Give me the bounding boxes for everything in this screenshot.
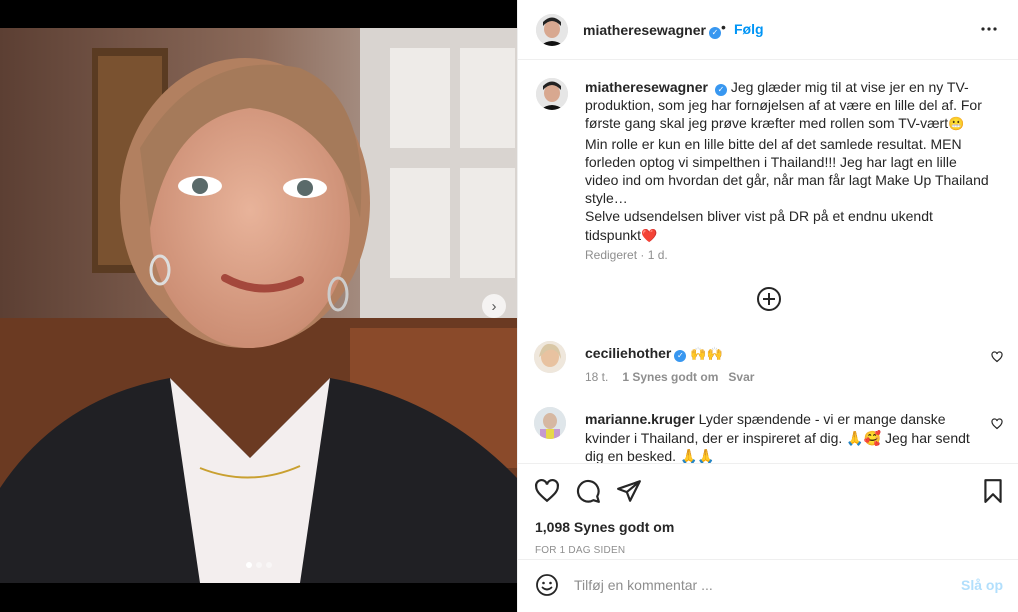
- verified-badge-icon: ✓: [708, 27, 721, 39]
- more-options-icon[interactable]: [980, 17, 998, 41]
- caption-meta: Redigeret · 1 d.: [585, 248, 668, 262]
- comment-item: ceciliehother ✓ 🙌🙌 18 t. 1 Synes godt om Sv…: [534, 341, 1009, 391]
- carousel-next-button[interactable]: ›: [482, 294, 506, 318]
- comment-like-heart-icon[interactable]: [991, 351, 1003, 363]
- chevron-right-icon: ›: [491, 297, 497, 315]
- save-bookmark-icon[interactable]: [980, 478, 1006, 504]
- avatar[interactable]: [536, 14, 568, 46]
- comment-username[interactable]: marianne.kruger: [585, 411, 695, 427]
- follow-button[interactable]: Følg: [734, 21, 764, 37]
- add-comment-bar: Slå op: [518, 559, 1018, 612]
- comment-body: marianne.kruger Lyder spændende - vi er …: [585, 410, 985, 463]
- carousel-dot: [245, 562, 252, 568]
- carousel-indicator: [0, 562, 517, 568]
- emoji-smiley-icon[interactable]: [535, 573, 559, 597]
- post-media-area: ›: [0, 0, 517, 612]
- avatar[interactable]: [534, 341, 566, 373]
- likes-count[interactable]: 1,098 Synes godt om: [535, 519, 674, 535]
- post-caption: miatheresewagner ✓ Jeg glæder mig til at …: [585, 78, 990, 246]
- comments-scroll-area[interactable]: miatheresewagner ✓ Jeg glæder mig til at …: [518, 61, 1018, 463]
- comment-body: ceciliehother ✓ 🙌🙌: [585, 344, 985, 365]
- profile-photo: [536, 78, 568, 110]
- comment-likes-link[interactable]: 1 Synes godt om: [622, 370, 718, 384]
- carousel-dot: [265, 562, 272, 568]
- profile-photo: [534, 341, 566, 373]
- post-header: miatheresewagner ✓ • Følg: [518, 0, 1018, 60]
- verified-badge-icon: ✓: [674, 350, 687, 362]
- post-timestamp: FOR 1 DAG SIDEN: [535, 545, 626, 556]
- avatar[interactable]: [534, 407, 566, 439]
- comment-item: marianne.kruger Lyder spændende - vi er …: [534, 407, 1009, 463]
- separator-dot: •: [721, 19, 726, 35]
- reply-button[interactable]: Svar: [728, 370, 754, 384]
- like-heart-icon[interactable]: [534, 478, 560, 504]
- heart-emoji: ❤️: [641, 228, 658, 244]
- carousel-dot: [255, 562, 262, 568]
- comment-bubble-icon[interactable]: [575, 478, 601, 504]
- woman-portrait-photo: [0, 28, 517, 583]
- comment-text: 🙌🙌: [690, 347, 723, 362]
- comment-meta: 18 t. 1 Synes godt om Svar: [585, 370, 754, 384]
- post-actions: 1,098 Synes godt om FOR 1 DAG SIDEN: [518, 463, 1018, 573]
- ellipsis-icon: [981, 27, 997, 31]
- grimace-emoji: 😬: [948, 117, 965, 133]
- comment-like-heart-icon[interactable]: [991, 418, 1003, 430]
- post-comment-button[interactable]: Slå op: [961, 577, 1003, 593]
- post-photo[interactable]: [0, 28, 517, 583]
- avatar[interactable]: [536, 78, 568, 110]
- profile-photo: [536, 14, 568, 46]
- comment-input[interactable]: [574, 574, 944, 596]
- comment-username[interactable]: ceciliehother: [585, 345, 671, 361]
- caption-text-3: Selve udsendelsen bliver vist på DR på e…: [585, 208, 933, 243]
- username-text[interactable]: miatheresewagner: [583, 22, 706, 38]
- verified-badge-icon: ✓: [714, 84, 727, 96]
- caption-username[interactable]: miatheresewagner: [585, 79, 708, 95]
- share-paper-plane-icon[interactable]: [616, 478, 642, 504]
- profile-photo: [534, 407, 566, 439]
- post-details-panel: miatheresewagner ✓ • Følg miatheresewagne…: [517, 0, 1018, 612]
- comment-time: 18 t.: [585, 370, 609, 384]
- caption-text-2: Min rolle er kun en lille bitte del af d…: [585, 135, 989, 207]
- post-author-username[interactable]: miatheresewagner ✓: [583, 22, 721, 39]
- load-more-comments-button[interactable]: [757, 287, 781, 311]
